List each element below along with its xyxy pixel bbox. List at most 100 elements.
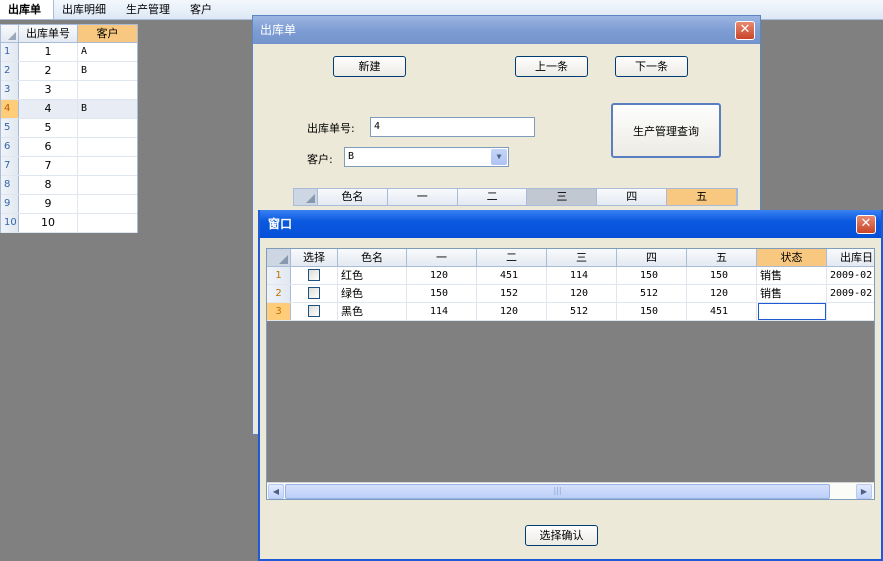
- select-all-corner[interactable]: [1, 25, 19, 42]
- row-number[interactable]: 3: [267, 303, 291, 320]
- checkbox[interactable]: [308, 287, 320, 299]
- cell-v5[interactable]: 150: [687, 267, 757, 284]
- row-number[interactable]: 5: [1, 119, 19, 137]
- row-number[interactable]: 6: [1, 138, 19, 156]
- scroll-left-icon[interactable]: ◀: [268, 484, 284, 499]
- scroll-right-icon[interactable]: ▶: [856, 484, 872, 499]
- table-row[interactable]: 66: [1, 138, 137, 157]
- col-header-3[interactable]: 三: [527, 189, 598, 205]
- col-header-color[interactable]: 色名: [318, 189, 388, 205]
- cell-v1[interactable]: 114: [407, 303, 477, 320]
- table-row[interactable]: 10 10: [1, 214, 137, 233]
- cell-v4[interactable]: 150: [617, 303, 687, 320]
- next-button[interactable]: 下一条: [615, 56, 688, 77]
- table-row[interactable]: 88: [1, 176, 137, 195]
- close-icon[interactable]: ✕: [735, 21, 755, 40]
- cell-status[interactable]: [757, 303, 827, 320]
- col-header-status[interactable]: 状态: [757, 249, 827, 266]
- horizontal-scrollbar[interactable]: ◀ ||| ▶: [267, 482, 874, 499]
- row-number[interactable]: 1: [1, 43, 19, 61]
- prev-button[interactable]: 上一条: [515, 56, 588, 77]
- col-header-color[interactable]: 色名: [338, 249, 407, 266]
- cell-customer[interactable]: [78, 138, 137, 156]
- cell-order-id[interactable]: 4: [19, 100, 78, 118]
- cell-customer[interactable]: [78, 214, 137, 232]
- table-row[interactable]: 22B: [1, 62, 137, 81]
- cell-v4[interactable]: 512: [617, 285, 687, 302]
- row-number[interactable]: 8: [1, 176, 19, 194]
- col-header-2[interactable]: 二: [477, 249, 547, 266]
- window-titlebar[interactable]: 窗口 ✕: [260, 210, 881, 238]
- cell-v5[interactable]: 120: [687, 285, 757, 302]
- cell-v1[interactable]: 120: [407, 267, 477, 284]
- table-row[interactable]: 99: [1, 195, 137, 214]
- menu-outbound-detail[interactable]: 出库明细: [54, 0, 118, 19]
- table-row-selected[interactable]: 3 黑色 114 120 512 150 451: [267, 303, 874, 321]
- cell-v5[interactable]: 451: [687, 303, 757, 320]
- cell-date[interactable]: 2009-02: [827, 267, 874, 284]
- row-number[interactable]: 7: [1, 157, 19, 175]
- scroll-thumb[interactable]: |||: [285, 484, 830, 499]
- cell-v2[interactable]: 152: [477, 285, 547, 302]
- cell-customer[interactable]: B: [78, 100, 137, 118]
- cell-v3[interactable]: 512: [547, 303, 617, 320]
- cell-v3[interactable]: 120: [547, 285, 617, 302]
- cell-status[interactable]: 销售: [757, 267, 827, 284]
- menu-customer[interactable]: 客户: [182, 0, 224, 19]
- table-row[interactable]: 11A: [1, 43, 137, 62]
- order-id-input[interactable]: 4: [370, 117, 535, 137]
- window-titlebar[interactable]: 出库单 ✕: [253, 16, 760, 44]
- cell-status[interactable]: 销售: [757, 285, 827, 302]
- cell-customer[interactable]: [78, 81, 137, 99]
- select-checkbox-cell[interactable]: [291, 285, 338, 302]
- table-row-selected[interactable]: 44B: [1, 100, 137, 119]
- cell-v1[interactable]: 150: [407, 285, 477, 302]
- close-icon[interactable]: ✕: [856, 215, 876, 234]
- row-number[interactable]: 4: [1, 100, 19, 118]
- checkbox[interactable]: [308, 305, 320, 317]
- cell-color[interactable]: 绿色: [338, 285, 407, 302]
- select-all-corner[interactable]: [267, 249, 291, 266]
- cell-customer[interactable]: [78, 176, 137, 194]
- row-number[interactable]: 1: [267, 267, 291, 284]
- menu-outbound-order[interactable]: 出库单: [0, 0, 54, 19]
- col-header-5[interactable]: 五: [667, 189, 738, 205]
- row-number[interactable]: 9: [1, 195, 19, 213]
- col-header-date[interactable]: 出库日: [827, 249, 874, 266]
- col-header-select[interactable]: 选择: [291, 249, 338, 266]
- cell-order-id[interactable]: 8: [19, 176, 78, 194]
- cell-order-id[interactable]: 7: [19, 157, 78, 175]
- cell-color[interactable]: 红色: [338, 267, 407, 284]
- cell-customer[interactable]: [78, 157, 137, 175]
- select-checkbox-cell[interactable]: [291, 303, 338, 320]
- table-row[interactable]: 1 红色 120 451 114 150 150 销售 2009-02: [267, 267, 874, 285]
- cell-order-id[interactable]: 9: [19, 195, 78, 213]
- cell-customer[interactable]: [78, 195, 137, 213]
- row-number[interactable]: 2: [1, 62, 19, 80]
- col-header-1[interactable]: 一: [388, 189, 458, 205]
- col-header-1[interactable]: 一: [407, 249, 477, 266]
- confirm-selection-button[interactable]: 选择确认: [525, 525, 598, 546]
- select-all-corner[interactable]: [294, 189, 318, 205]
- cell-v2[interactable]: 451: [477, 267, 547, 284]
- cell-v4[interactable]: 150: [617, 267, 687, 284]
- new-button[interactable]: 新建: [333, 56, 406, 77]
- cell-v3[interactable]: 114: [547, 267, 617, 284]
- cell-v2[interactable]: 120: [477, 303, 547, 320]
- row-number[interactable]: 3: [1, 81, 19, 99]
- col-header-5[interactable]: 五: [687, 249, 757, 266]
- cell-customer[interactable]: A: [78, 43, 137, 61]
- chevron-down-icon[interactable]: ▼: [491, 149, 507, 165]
- col-header-3[interactable]: 三: [547, 249, 617, 266]
- cell-order-id[interactable]: 2: [19, 62, 78, 80]
- cell-order-id[interactable]: 3: [19, 81, 78, 99]
- cell-order-id[interactable]: 1: [19, 43, 78, 61]
- cell-order-id[interactable]: 10: [19, 214, 78, 232]
- col-header-4[interactable]: 四: [617, 249, 687, 266]
- cell-date[interactable]: 2009-02: [827, 285, 874, 302]
- cell-color[interactable]: 黑色: [338, 303, 407, 320]
- table-row[interactable]: 2 绿色 150 152 120 512 120 销售 2009-02: [267, 285, 874, 303]
- col-header-4[interactable]: 四: [597, 189, 668, 205]
- cell-customer[interactable]: [78, 119, 137, 137]
- table-row[interactable]: 77: [1, 157, 137, 176]
